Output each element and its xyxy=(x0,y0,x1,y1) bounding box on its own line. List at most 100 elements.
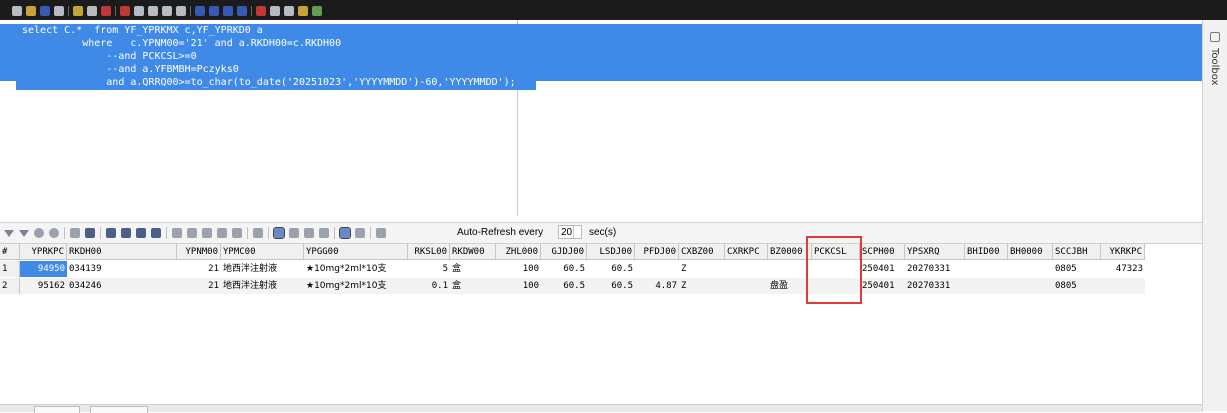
column-header-sccjbh[interactable]: SCCJBH xyxy=(1053,244,1101,260)
cell-ypsxrq[interactable]: 20270331 xyxy=(905,278,965,294)
cell-rkdh00[interactable]: 034246 xyxy=(67,278,177,294)
cell-cxbz00[interactable]: Z xyxy=(679,278,725,294)
column-header-gjdj00[interactable]: GJDJ00 xyxy=(541,244,587,260)
cell-cxrkpc[interactable] xyxy=(725,278,768,294)
cell-rksl00[interactable]: 5 xyxy=(408,261,450,277)
cell-rksl00[interactable]: 0.1 xyxy=(408,278,450,294)
auto-refresh-interval-input[interactable]: 20 xyxy=(558,225,582,239)
cell-ypgg00[interactable]: ★10mg*2ml*10支 xyxy=(304,278,408,294)
sql-editor[interactable]: select C.* from YF_YPRKMX c,YF_YPRKD0 a … xyxy=(0,20,1203,216)
column-header-zhl000[interactable]: ZHL000 xyxy=(496,244,541,260)
cell-scph00[interactable]: 250401 xyxy=(860,261,905,277)
cell-bh0000[interactable] xyxy=(1008,278,1053,294)
toolbox-panel[interactable]: Toolbox xyxy=(1202,20,1227,411)
minus-icon[interactable] xyxy=(202,228,212,238)
column-header-scph00[interactable]: SCPH00 xyxy=(860,244,905,260)
next-row-icon[interactable] xyxy=(136,228,146,238)
edit-icon[interactable] xyxy=(312,6,322,16)
open-folder-icon[interactable] xyxy=(26,6,36,16)
cell-zhl000[interactable]: 100 xyxy=(496,278,541,294)
cell-ypsxrq[interactable]: 20270331 xyxy=(905,261,965,277)
row-number[interactable]: 1 xyxy=(0,261,20,277)
insert-row-icon[interactable] xyxy=(172,228,182,238)
cancel-icon[interactable] xyxy=(34,228,44,238)
cell-ypnm00[interactable]: 21 xyxy=(177,278,221,294)
pin-icon[interactable] xyxy=(1210,32,1220,42)
filter-icon[interactable] xyxy=(4,229,14,237)
cell-lsdj00[interactable]: 60.5 xyxy=(587,278,635,294)
cell-ypmc00[interactable]: 地西泮注射液 xyxy=(221,261,304,277)
column-header-ypgg00[interactable]: YPGG00 xyxy=(304,244,408,260)
cell-cxrkpc[interactable] xyxy=(725,261,768,277)
cell-ykrkpc[interactable] xyxy=(1101,278,1145,294)
save-grid-icon[interactable] xyxy=(85,228,95,238)
grid-icon[interactable] xyxy=(87,6,97,16)
copy-icon[interactable] xyxy=(134,6,144,16)
column-header-bh0000[interactable]: BH0000 xyxy=(1008,244,1053,260)
cell-pfdj00[interactable]: 4.87 xyxy=(635,278,679,294)
print-icon[interactable] xyxy=(54,6,64,16)
first-record-icon[interactable] xyxy=(195,6,205,16)
cell-rkdw00[interactable]: 盒 xyxy=(450,261,496,277)
column-header-bhid00[interactable]: BHID00 xyxy=(965,244,1008,260)
cell-scph00[interactable]: 250401 xyxy=(860,278,905,294)
column-header-rksl00[interactable]: RKSL00 xyxy=(408,244,450,260)
cell-pfdj00[interactable] xyxy=(635,261,679,277)
last-row-icon[interactable] xyxy=(151,228,161,238)
column-header-yprkpc[interactable]: YPRKPC xyxy=(20,244,67,260)
single-record-view-icon[interactable] xyxy=(253,228,263,238)
column-header-ykrkpc[interactable]: YKRKPC xyxy=(1101,244,1145,260)
n-icon[interactable] xyxy=(304,228,314,238)
grid-view-icon[interactable] xyxy=(339,227,351,239)
stop-icon[interactable] xyxy=(256,6,266,16)
cell-ypgg00[interactable]: ★10mg*2ml*10支 xyxy=(304,261,408,277)
column-header-ypsxrq[interactable]: YPSXRQ xyxy=(905,244,965,260)
rollback-icon[interactable] xyxy=(284,6,294,16)
cell-yprkpc[interactable]: 95162 xyxy=(20,278,67,294)
replace-icon[interactable] xyxy=(176,6,186,16)
last-record-icon[interactable] xyxy=(237,6,247,16)
cut-icon[interactable] xyxy=(120,6,130,16)
explain-plan-icon[interactable] xyxy=(298,6,308,16)
d-icon[interactable] xyxy=(289,228,299,238)
clear-icon[interactable] xyxy=(101,6,111,16)
cell-yprkpc[interactable]: 94950 xyxy=(20,261,67,277)
cell-ykrkpc[interactable]: 47323 xyxy=(1101,261,1145,277)
spinner-arrows-icon[interactable] xyxy=(573,226,581,238)
column-header-ypnm00[interactable]: YPNM00 xyxy=(177,244,221,260)
first-row-icon[interactable] xyxy=(106,228,116,238)
cell-zhl000[interactable]: 100 xyxy=(496,261,541,277)
cell-ypnm00[interactable]: 21 xyxy=(177,261,221,277)
def-icon[interactable] xyxy=(273,227,285,239)
cell-gjdj00[interactable]: 60.5 xyxy=(541,278,587,294)
cell-sccjbh[interactable]: 0805 xyxy=(1053,261,1101,277)
paste-icon[interactable] xyxy=(148,6,158,16)
prior-record-icon[interactable] xyxy=(209,6,219,16)
prior-row-icon[interactable] xyxy=(121,228,131,238)
column-header-pfdj00[interactable]: PFDJ00 xyxy=(635,244,679,260)
column-header-cxrkpc[interactable]: CXRKPC xyxy=(725,244,768,260)
column-header-ypmc00[interactable]: YPMC00 xyxy=(221,244,304,260)
cell-lsdj00[interactable]: 60.5 xyxy=(587,261,635,277)
ab-format-icon[interactable] xyxy=(73,6,83,16)
toolbox-label[interactable]: Toolbox xyxy=(1209,48,1220,86)
nid-icon[interactable] xyxy=(319,228,329,238)
save-icon[interactable] xyxy=(40,6,50,16)
cell-cxbz00[interactable]: Z xyxy=(679,261,725,277)
cell-bhid00[interactable] xyxy=(965,261,1008,277)
cell-bh0000[interactable] xyxy=(1008,261,1053,277)
cell-ypmc00[interactable]: 地西泮注射液 xyxy=(221,278,304,294)
column-header-lsdj00[interactable]: LSDJ00 xyxy=(587,244,635,260)
find-icon[interactable] xyxy=(162,6,172,16)
cell-gjdj00[interactable]: 60.5 xyxy=(541,261,587,277)
columns-icon[interactable] xyxy=(376,228,386,238)
print-grid-icon[interactable] xyxy=(70,228,80,238)
column-header-cxbz00[interactable]: CXBZ00 xyxy=(679,244,725,260)
row-number[interactable]: 2 xyxy=(0,278,20,294)
refresh-icon[interactable] xyxy=(49,228,59,238)
column-header-rkdw00[interactable]: RKDW00 xyxy=(450,244,496,260)
cell-bhid00[interactable] xyxy=(965,278,1008,294)
new-icon[interactable] xyxy=(12,6,22,16)
commit-icon[interactable] xyxy=(270,6,280,16)
column-header-rkdh00[interactable]: RKDH00 xyxy=(67,244,177,260)
